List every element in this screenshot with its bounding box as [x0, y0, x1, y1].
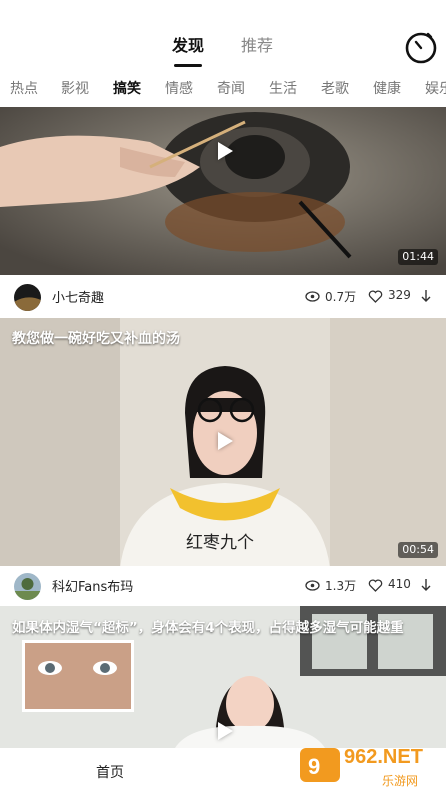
video-duration: 01:44: [398, 249, 438, 265]
category-oldies[interactable]: 老歌: [321, 78, 349, 100]
video-duration: 00:54: [398, 542, 438, 558]
tab-recommend[interactable]: 推荐: [241, 34, 273, 58]
category-health[interactable]: 健康: [373, 78, 401, 100]
video-title: 如果体内湿气“超标”，身体会有4个表现，占得越多湿气可能越重: [12, 620, 404, 636]
category-funny[interactable]: 搞笑: [113, 78, 141, 100]
category-film[interactable]: 影视: [61, 78, 89, 100]
nav-home[interactable]: 首页: [96, 762, 124, 782]
play-icon[interactable]: [218, 142, 233, 160]
video-title: 教您做一碗好吃又补血的汤: [12, 331, 180, 347]
video-subtitle: 红枣九个: [186, 533, 254, 553]
video-thumbnail: [0, 107, 446, 275]
category-life[interactable]: 生活: [269, 78, 297, 100]
play-icon[interactable]: [218, 432, 233, 450]
author-name[interactable]: 科幻Fans布玛: [52, 576, 133, 595]
watermark-brand: 962.NET: [344, 746, 423, 768]
avatar[interactable]: [14, 573, 41, 600]
avatar[interactable]: [14, 284, 41, 311]
tab-discover[interactable]: 发现: [172, 34, 204, 67]
avatar-image: [14, 573, 41, 600]
play-icon[interactable]: [218, 722, 233, 740]
view-count: 1.3万: [325, 579, 357, 593]
video-meta-1: 小七奇趣 0.7万 329: [0, 277, 446, 317]
category-entertainment[interactable]: 娱乐: [425, 78, 446, 100]
video-card-2[interactable]: 教您做一碗好吃又补血的汤 红枣九个 00:54: [0, 318, 446, 568]
category-hot[interactable]: 热点: [10, 78, 38, 100]
heart-icon[interactable]: [368, 578, 383, 593]
video-card-1[interactable]: 01:44: [0, 107, 446, 275]
views-icon: [305, 291, 320, 302]
avatar-image: [14, 284, 41, 311]
like-count: 329: [388, 288, 411, 302]
like-count: 410: [388, 577, 411, 591]
watermark-sub: 乐游网: [382, 774, 419, 788]
video-card-3[interactable]: 如果体内湿气“超标”，身体会有4个表现，占得越多湿气可能越重: [0, 606, 446, 748]
views-icon: [305, 580, 320, 591]
view-count: 0.7万: [325, 290, 357, 304]
category-emotion[interactable]: 情感: [165, 78, 193, 100]
author-name[interactable]: 小七奇趣: [52, 287, 104, 306]
heart-icon[interactable]: [368, 289, 383, 304]
stopwatch-icon[interactable]: [404, 30, 438, 64]
video-meta-2: 科幻Fans布玛 1.3万 410: [0, 566, 446, 606]
download-icon[interactable]: [419, 289, 433, 304]
download-icon[interactable]: [419, 578, 433, 593]
category-bar: 热点 影视 搞笑 情感 奇闻 生活 老歌 健康 娱乐: [0, 78, 446, 102]
svg-text:9: 9: [308, 754, 320, 779]
category-oddities[interactable]: 奇闻: [217, 78, 245, 100]
watermark-logo: 9 962.NET 乐游网: [296, 742, 442, 790]
top-tabs: 发现 推荐: [0, 34, 446, 67]
